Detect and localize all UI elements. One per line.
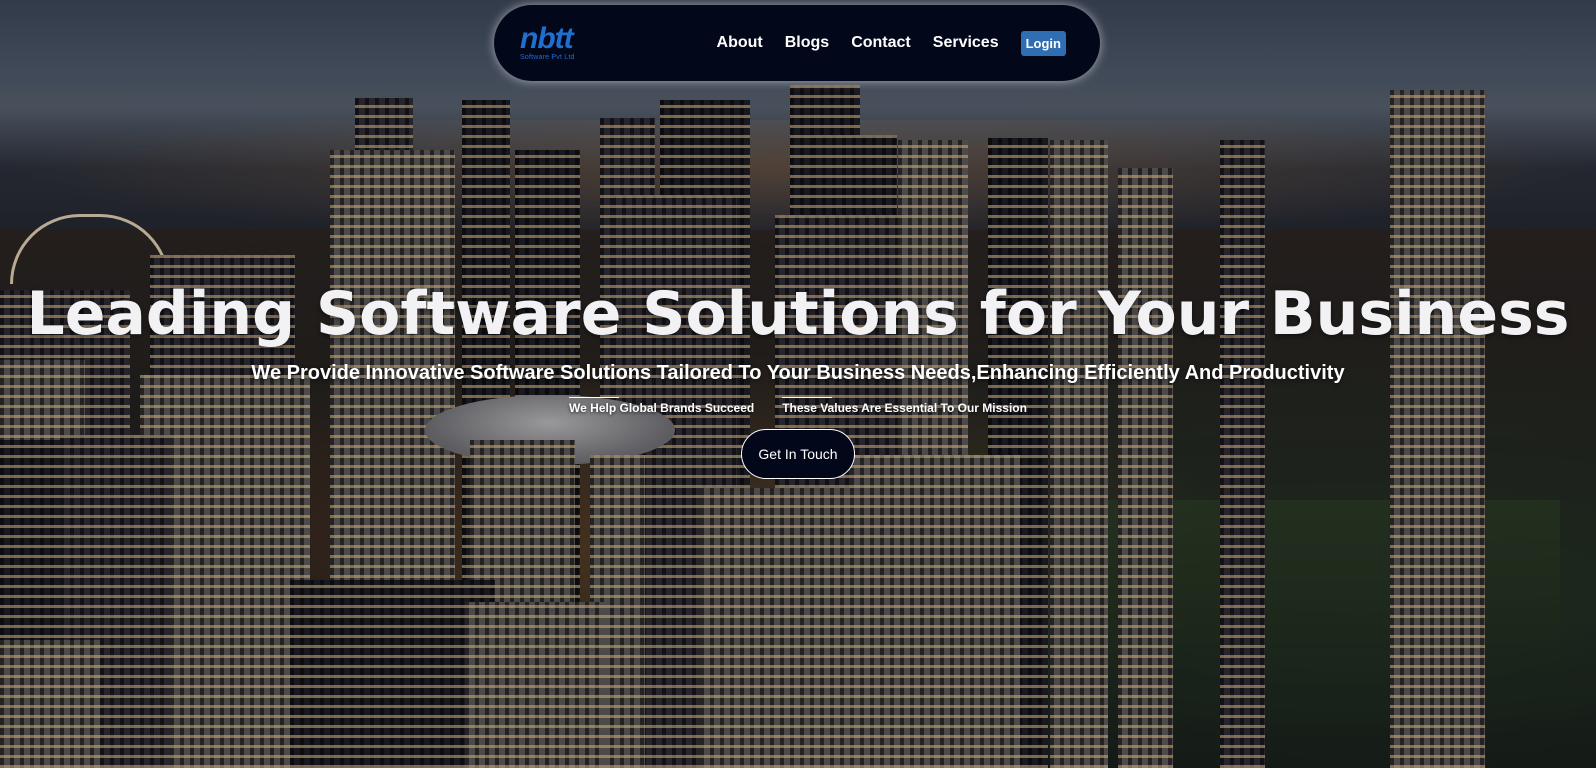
nav-link-contact[interactable]: Contact xyxy=(851,34,911,52)
get-in-touch-button[interactable]: Get In Touch xyxy=(741,429,855,479)
value-divider xyxy=(782,397,833,398)
value-divider xyxy=(569,397,620,398)
hero-section: Leading Software Solutions for Your Busi… xyxy=(0,280,1596,479)
value-item-global-brands: We Help Global Brands Succeed xyxy=(569,397,754,415)
nav-links: About Blogs Contact Services Login xyxy=(717,30,1066,56)
logo-subtext: Software Pvt Ltd xyxy=(520,54,575,61)
top-navbar: nbtt Software Pvt Ltd About Blogs Contac… xyxy=(494,5,1100,81)
hero-subtitle: We Provide Innovative Software Solutions… xyxy=(251,362,1345,384)
value-label: We Help Global Brands Succeed xyxy=(569,401,755,415)
hero-title: Leading Software Solutions for Your Busi… xyxy=(26,279,1570,349)
company-logo[interactable]: nbtt Software Pvt Ltd xyxy=(520,22,620,62)
values-row: We Help Global Brands Succeed These Valu… xyxy=(0,397,1596,415)
value-item-mission: These Values Are Essential To Our Missio… xyxy=(782,397,1027,415)
login-button[interactable]: Login xyxy=(1020,30,1066,56)
value-label: These Values Are Essential To Our Missio… xyxy=(782,401,1027,415)
logo-mark: nbtt xyxy=(520,22,574,55)
nav-link-blogs[interactable]: Blogs xyxy=(785,34,829,52)
nav-link-services[interactable]: Services xyxy=(933,34,999,52)
nav-link-about[interactable]: About xyxy=(717,34,763,52)
